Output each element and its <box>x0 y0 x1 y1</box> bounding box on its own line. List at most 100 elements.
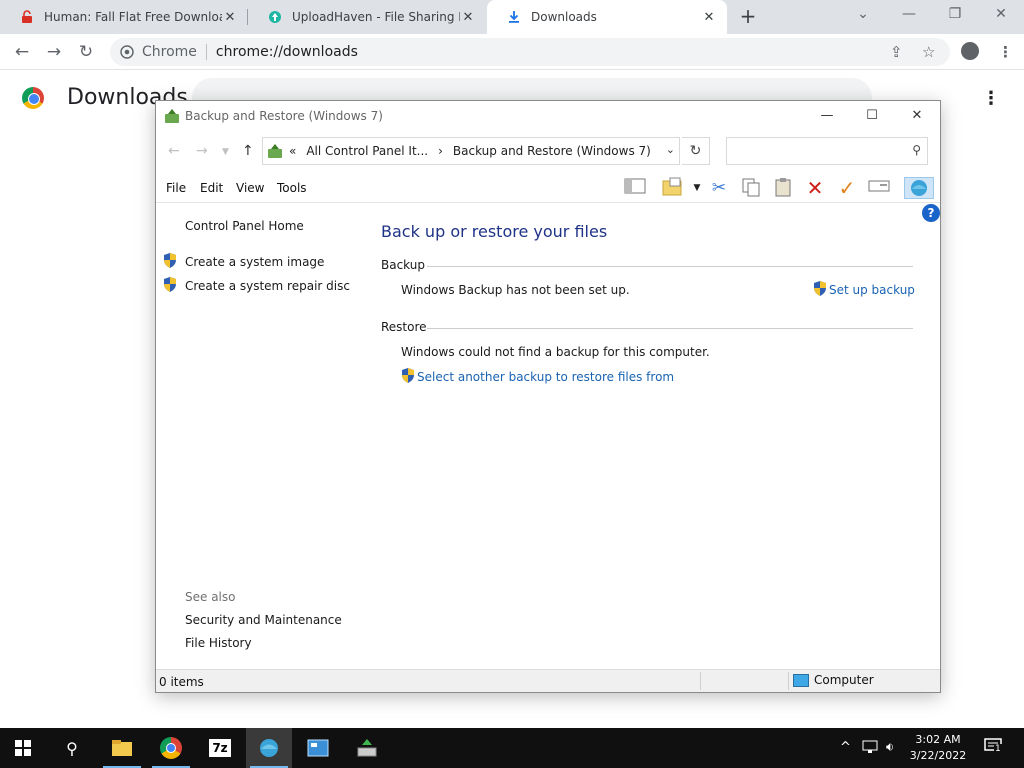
select-another-backup-link[interactable]: Select another backup to restore files f… <box>417 370 674 384</box>
uploadhaven-icon <box>269 11 281 23</box>
share-icon[interactable]: ⇪ <box>890 43 903 61</box>
url-text: chrome://downloads <box>215 44 358 60</box>
left-navigation-pane: Control Panel Home Create a system image… <box>156 204 368 666</box>
rename-icon[interactable] <box>868 177 890 199</box>
window-titlebar[interactable]: Backup and Restore (Windows 7) — ☐ ✕ <box>156 101 940 131</box>
control-panel-home-link[interactable]: Control Panel Home <box>185 219 304 233</box>
breadcrumb-backup-restore[interactable]: Backup and Restore (Windows 7) <box>453 144 651 158</box>
tab-close-icon[interactable]: ✕ <box>701 10 717 25</box>
window-maximize-icon[interactable]: ☐ <box>857 105 887 127</box>
tab-uploadhaven[interactable]: UploadHaven - File Sharing Made ✕ <box>248 0 486 34</box>
minimize-icon[interactable]: — <box>886 0 932 30</box>
item-count: 0 items <box>159 675 204 689</box>
menu-tools[interactable]: Tools <box>277 181 307 195</box>
breadcrumb-overflow[interactable]: « <box>289 144 296 158</box>
explorer-address-bar[interactable]: « All Control Panel It... › Backup and R… <box>262 137 680 165</box>
menu-view[interactable]: View <box>236 181 264 195</box>
reload-icon[interactable]: ↻ <box>74 40 98 64</box>
7zip-icon[interactable]: 7z <box>197 728 243 768</box>
omnibox-divider <box>205 44 207 60</box>
chrome-menu-icon[interactable]: ⋮ <box>998 43 1013 61</box>
refresh-icon[interactable]: ↻ <box>682 137 710 165</box>
organize-dropdown-icon[interactable]: ▼ <box>686 177 708 199</box>
chrome-taskbar-icon[interactable] <box>148 728 194 768</box>
search-icon: ⚲ <box>912 143 921 157</box>
properties-check-icon[interactable]: ✓ <box>836 177 858 199</box>
address-dropdown-icon[interactable]: ⌄ <box>666 143 675 156</box>
restore-icon[interactable]: ❐ <box>932 0 978 30</box>
backup-globe-icon[interactable] <box>904 177 934 199</box>
page-heading: Back up or restore your files <box>381 222 608 241</box>
tab-close-icon[interactable]: ✕ <box>222 10 238 25</box>
menu-edit[interactable]: Edit <box>200 181 223 195</box>
site-label: Chrome <box>142 44 197 60</box>
bookmark-star-icon[interactable]: ☆ <box>922 43 935 61</box>
notification-count: 1 <box>994 744 1002 754</box>
network-icon[interactable] <box>862 740 878 758</box>
restore-divider <box>427 328 913 329</box>
tab-search-chevron-icon[interactable]: ⌄ <box>840 0 886 30</box>
computer-icon <box>793 673 809 687</box>
create-system-image-link[interactable]: Create a system image <box>185 255 324 269</box>
tab-human-fall-flat[interactable]: Human: Fall Flat Free Download ( ✕ <box>0 0 248 34</box>
browser-tab-strip: Human: Fall Flat Free Download ( ✕ Uploa… <box>0 0 1024 34</box>
paste-clipboard-icon[interactable] <box>772 177 794 199</box>
notifications-icon[interactable]: 1 <box>984 738 1002 758</box>
uac-shield-icon <box>164 277 176 292</box>
uac-shield-icon <box>402 368 414 383</box>
file-explorer-icon[interactable] <box>99 728 145 768</box>
recent-locations-icon[interactable]: ▼ <box>222 147 229 157</box>
tab-close-icon[interactable]: ✕ <box>460 10 476 25</box>
file-history-link[interactable]: File History <box>185 636 252 650</box>
location-label: Computer <box>814 673 874 687</box>
control-panel-taskbar-icon[interactable] <box>295 728 341 768</box>
downloads-menu-icon[interactable]: ⋮ <box>982 88 1000 109</box>
cut-scissors-icon[interactable]: ✂ <box>708 177 730 199</box>
window-close-icon[interactable]: ✕ <box>902 105 932 127</box>
backup-status-text: Windows Backup has not been set up. <box>401 283 630 297</box>
explorer-forward-icon[interactable]: → <box>196 143 208 159</box>
help-icon[interactable]: ? <box>922 204 940 222</box>
create-repair-disc-link[interactable]: Create a system repair disc <box>185 279 350 293</box>
status-location: Computer <box>793 673 874 687</box>
forward-arrow-icon[interactable]: → <box>42 40 66 64</box>
backup-app-icon <box>165 109 179 123</box>
security-maintenance-link[interactable]: Security and Maintenance <box>185 613 342 627</box>
copy-icon[interactable] <box>740 177 762 199</box>
window-minimize-icon[interactable]: — <box>812 105 842 127</box>
start-windows-icon[interactable] <box>0 728 46 768</box>
tray-chevron-icon[interactable]: ^ <box>840 740 851 755</box>
volume-icon[interactable]: 🔉︎ <box>886 740 894 755</box>
restore-status-text: Windows could not find a backup for this… <box>401 345 710 359</box>
organize-folder-icon[interactable] <box>662 177 684 199</box>
tab-title: Downloads <box>531 10 597 24</box>
set-up-backup-link[interactable]: Set up backup <box>829 283 915 297</box>
layout-pane-icon[interactable] <box>624 177 646 199</box>
status-bar: 0 items Computer <box>156 669 940 692</box>
system-clock[interactable]: 3:02 AM 3/22/2022 <box>905 732 971 764</box>
menu-file[interactable]: File <box>166 181 186 195</box>
control-panel-search-input[interactable]: ⚲ <box>726 137 928 165</box>
back-arrow-icon[interactable]: ← <box>10 40 34 64</box>
installer-icon[interactable] <box>344 728 390 768</box>
clock-date: 3/22/2022 <box>909 749 967 762</box>
explorer-address-row: ← → ▼ ↑ « All Control Panel It... › Back… <box>156 135 940 169</box>
tab-title: Human: Fall Flat Free Download ( <box>44 10 222 24</box>
profile-avatar-icon[interactable] <box>961 42 979 60</box>
breadcrumb-control-panel[interactable]: All Control Panel It... <box>306 144 428 158</box>
close-icon[interactable]: ✕ <box>978 0 1024 30</box>
delete-x-icon[interactable]: ✕ <box>804 177 826 199</box>
windows-taskbar: ⚲ 7z ^ 🔉︎ 3:02 AM 3/22/2022 1 <box>0 728 1024 768</box>
up-arrow-icon[interactable]: ↑ <box>242 143 254 159</box>
tab-downloads[interactable]: Downloads ✕ <box>487 0 727 34</box>
explorer-back-icon[interactable]: ← <box>168 143 180 159</box>
status-separator <box>700 672 701 690</box>
browser-toolbar: ← → ↻ Chrome chrome://downloads ⇪ ☆ ⋮ <box>0 34 1024 70</box>
search-icon[interactable]: ⚲ <box>49 728 95 768</box>
new-tab-button[interactable]: + <box>736 5 760 29</box>
breadcrumb-chevron-icon[interactable]: › <box>438 144 443 158</box>
backup-restore-taskbar-icon[interactable] <box>246 728 292 768</box>
address-bar[interactable]: Chrome chrome://downloads <box>110 38 950 66</box>
menu-bar: File Edit View Tools ▼ ✂ ✕ ✓ <box>156 173 940 203</box>
restore-section-label: Restore <box>381 320 427 334</box>
